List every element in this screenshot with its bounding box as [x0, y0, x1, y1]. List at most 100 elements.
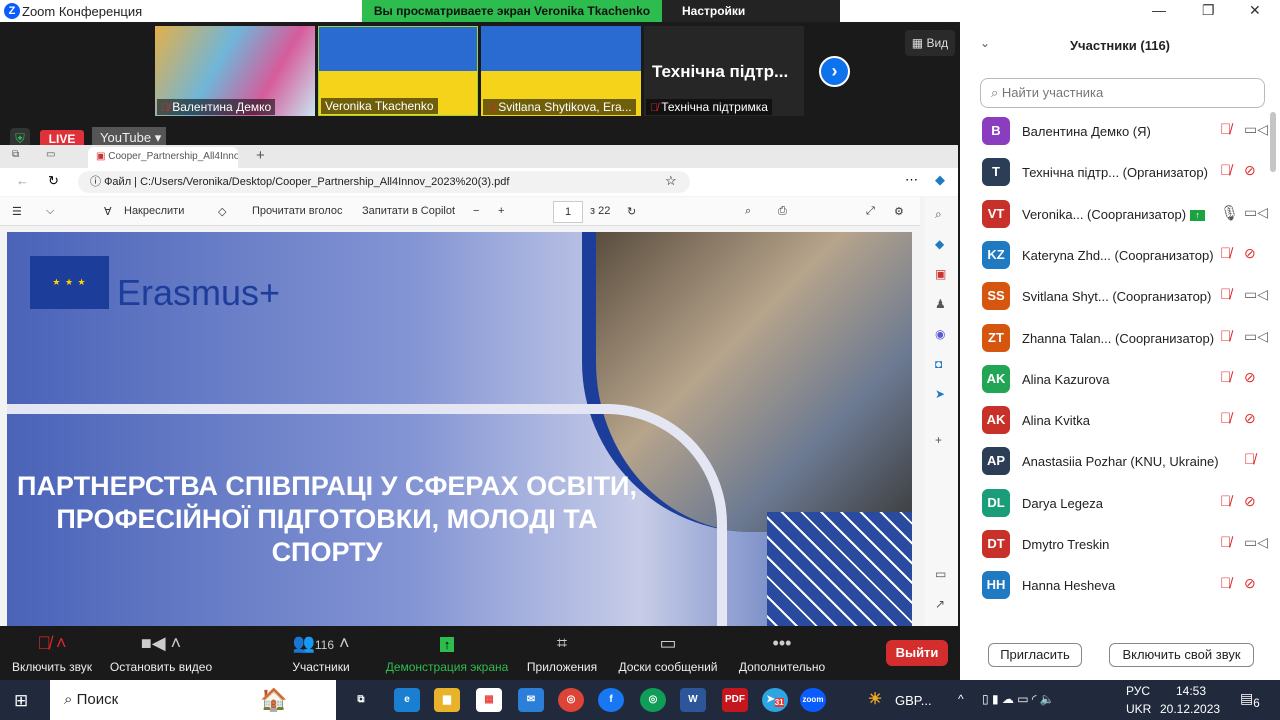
- pdf-reader-icon[interactable]: PDF: [722, 688, 748, 712]
- windows-start-icon[interactable]: ⊞: [14, 691, 28, 711]
- zoom-in-button[interactable]: +: [498, 205, 504, 217]
- participant-row[interactable]: KZ Kateryna Zhd... (Соорганизатор) 🎙̸ ⊘: [982, 235, 1264, 276]
- tab-actions-icon[interactable]: ▭: [46, 149, 55, 160]
- fullscreen-icon[interactable]: ⤢: [866, 205, 875, 218]
- participant-row[interactable]: AK Alina Kazurova 🎙̸ ⊘: [982, 359, 1264, 400]
- copilot-icon[interactable]: ◆: [935, 172, 945, 188]
- tray-chevron-icon[interactable]: ^: [958, 692, 964, 706]
- outlook-icon[interactable]: ◘: [935, 357, 942, 371]
- participant-row[interactable]: VT Veronika... (Соорганизатор) ↑ 🎙 ▭◁: [982, 194, 1268, 235]
- clock-date[interactable]: 20.12.2023: [1160, 702, 1220, 716]
- weather-text[interactable]: GBP...: [895, 693, 932, 708]
- url-field[interactable]: ⓘ Файл | C:/Users/Veronika/Desktop/Coope…: [78, 171, 690, 193]
- share-screen-button[interactable]: ↑ Демонстрация экрана: [382, 626, 512, 674]
- participant-row[interactable]: В Валентина Демко (Я) 🎙̸ ▭◁: [982, 111, 1268, 152]
- zoom-taskbar-icon[interactable]: zoom: [800, 688, 826, 712]
- task-view-icon[interactable]: ⧉: [348, 688, 374, 712]
- office-icon[interactable]: ◉: [935, 327, 945, 341]
- lang-primary[interactable]: РУС: [1126, 684, 1150, 698]
- participant-row[interactable]: AK Alina Kvitka 🎙̸ ⊘: [982, 400, 1264, 441]
- unmute-label: Включить звук: [11, 660, 93, 674]
- participant-name: Kateryna Zhd... (Соорганизатор): [1022, 248, 1214, 263]
- notifications-icon[interactable]: ▤6: [1240, 690, 1260, 710]
- tag-icon[interactable]: ◆: [935, 237, 944, 251]
- sidebar-toggle-icon[interactable]: ▭: [935, 567, 946, 581]
- view-settings-button[interactable]: Настройки просмотра⌄: [662, 0, 840, 40]
- new-tab-button[interactable]: +: [256, 147, 265, 164]
- draw-button[interactable]: Накреслити: [124, 205, 184, 217]
- whiteboards-button[interactable]: ▭ Доски сообщений: [612, 626, 724, 674]
- video-tile[interactable]: Технічна підтр... 🎙̸ Технічна підтримка: [644, 26, 804, 116]
- participant-row[interactable]: ZT Zhanna Talan... (Соорганизатор) 🎙̸ ▭◁: [982, 318, 1268, 359]
- contents-icon[interactable]: ☰: [12, 205, 22, 218]
- weather-icon[interactable]: ☀: [862, 688, 888, 712]
- file-explorer-icon[interactable]: ▆: [434, 688, 460, 712]
- stop-video-button[interactable]: ■◀ ˄ Остановить видео: [106, 626, 216, 674]
- participants-button[interactable]: 👥116 ˄ Участники: [276, 626, 366, 674]
- send-icon[interactable]: ➤: [935, 387, 945, 401]
- minimize-button[interactable]: —: [1152, 2, 1166, 18]
- taskbar-search[interactable]: ⌕ Поиск 🏠: [50, 680, 336, 720]
- close-button[interactable]: ✕: [1249, 2, 1261, 19]
- store-icon[interactable]: ▦: [476, 688, 502, 712]
- highlight-icon[interactable]: ⌵: [46, 205, 54, 218]
- more-button[interactable]: ••• Дополнительно: [734, 626, 830, 674]
- search-icon[interactable]: ⌕: [935, 207, 942, 222]
- page-number-input[interactable]: 1: [553, 201, 583, 223]
- participant-name: Darya Legeza: [1022, 496, 1103, 511]
- video-camera-icon: ■◀ ˄: [140, 633, 182, 653]
- zoom-out-button[interactable]: −: [473, 205, 479, 217]
- participant-row[interactable]: DL Darya Legeza 🎙̸ ⊘: [982, 483, 1264, 524]
- search-icon[interactable]: ⌕: [745, 205, 751, 218]
- apps-button[interactable]: ⌗ Приложения: [522, 626, 602, 674]
- tray-icons[interactable]: ▯ ▮ ☁ ▭ ◜ 🔈: [982, 692, 1055, 706]
- mail-icon[interactable]: ✉: [518, 688, 544, 712]
- ask-copilot-button[interactable]: Запитати в Copilot: [362, 205, 455, 217]
- settings-gear-icon[interactable]: ⚙: [894, 205, 904, 218]
- read-aloud-button[interactable]: Прочитати вголос: [252, 205, 342, 217]
- edge-icon[interactable]: e: [394, 688, 420, 712]
- facebook-icon[interactable]: f: [598, 688, 624, 712]
- external-link-icon[interactable]: ↗: [935, 597, 945, 611]
- toolbox-icon[interactable]: ▣: [935, 267, 946, 281]
- avatar: AP: [982, 447, 1010, 476]
- video-tile[interactable]: 🎙̸ Svitlana Shytikova, Era...: [481, 26, 641, 116]
- next-page-button[interactable]: ›: [819, 56, 850, 87]
- maximize-button[interactable]: ❐: [1202, 2, 1215, 19]
- browser-tab[interactable]: ▣ Cooper_Partnership_All4Innov_2023: [88, 147, 238, 168]
- add-icon[interactable]: +: [935, 433, 942, 447]
- draw-icon[interactable]: ∀: [104, 205, 112, 218]
- participant-search-input[interactable]: ⌕ Найти участника: [980, 78, 1265, 108]
- telegram-icon[interactable]: ➤31: [762, 688, 788, 712]
- video-off-icon: ⊘: [1244, 244, 1256, 261]
- favorite-star-icon[interactable]: ☆: [665, 173, 677, 189]
- video-tile[interactable]: 🎙̸ Валентина Демко: [155, 26, 315, 116]
- unmute-me-button[interactable]: Включить свой звук: [1109, 643, 1254, 667]
- invite-button[interactable]: Пригласить: [988, 643, 1082, 667]
- workspaces-icon[interactable]: ⧉: [12, 149, 19, 160]
- participant-row[interactable]: SS Svitlana Shyt... (Соорганизатор) 🎙̸ ▭◁: [982, 276, 1268, 317]
- refresh-icon[interactable]: ↻: [48, 173, 59, 189]
- participant-row[interactable]: Т Технічна підтр... (Организатор) 🎙̸ ⊘: [982, 152, 1264, 193]
- chrome-icon[interactable]: ◎: [558, 688, 584, 712]
- print-icon[interactable]: ⎙: [778, 205, 787, 218]
- view-button[interactable]: ▦ Вид: [905, 30, 955, 56]
- participant-row[interactable]: AP Anastasiia Pozhar (KNU, Ukraine) 🎙̸: [982, 441, 1264, 482]
- games-icon[interactable]: ♟: [935, 297, 946, 311]
- chrome-profile-icon[interactable]: ◎: [640, 688, 666, 712]
- avatar: DL: [982, 488, 1010, 517]
- unmute-button[interactable]: 🎙̸ ˄ Включить звук: [8, 626, 96, 674]
- back-icon[interactable]: ←: [16, 173, 29, 188]
- scrollbar[interactable]: [1270, 112, 1276, 172]
- participant-row[interactable]: DT Dmytro Treskin 🎙̸ ▭◁: [982, 524, 1268, 565]
- video-tile-active[interactable]: Veronika Tkachenko: [318, 26, 478, 116]
- rotate-icon[interactable]: ↻: [627, 205, 636, 218]
- eraser-icon[interactable]: ◇: [218, 205, 226, 218]
- leave-button[interactable]: Выйти: [886, 640, 948, 666]
- clock-time[interactable]: 14:53: [1176, 684, 1206, 698]
- participant-row[interactable]: HH Hanna Hesheva 🎙̸ ⊘: [982, 565, 1264, 606]
- more-menu-icon[interactable]: ⋯: [905, 172, 918, 188]
- word-icon[interactable]: W: [680, 688, 706, 712]
- participant-name-text: Kateryna Zhd... (Соорганизатор): [1022, 247, 1214, 263]
- lang-secondary[interactable]: UKR: [1126, 702, 1151, 716]
